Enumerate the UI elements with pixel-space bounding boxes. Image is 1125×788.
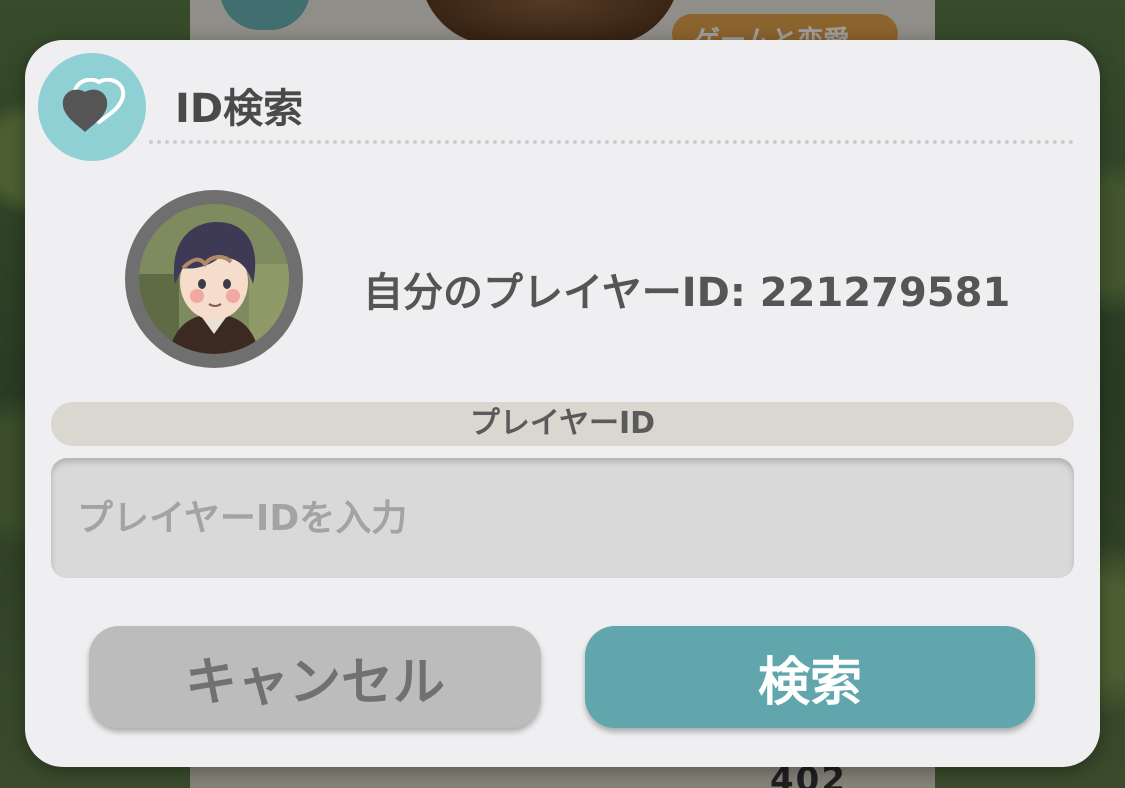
- avatar-portrait: [139, 204, 289, 354]
- player-avatar: [125, 190, 303, 368]
- cancel-button[interactable]: キャンセル: [89, 626, 541, 728]
- title-divider: [149, 140, 1074, 144]
- avatar-illustration: [139, 204, 289, 354]
- dialog-icon-badge: [38, 53, 146, 161]
- player-id-input[interactable]: [51, 458, 1074, 578]
- heart-chat-icon: [62, 78, 126, 132]
- player-id-label: プレイヤーID: [51, 402, 1074, 446]
- my-player-id: 自分のプレイヤーID: 221279581: [363, 270, 1011, 316]
- dialog-title: ID検索: [175, 86, 304, 132]
- id-search-dialog: ID検索 自分のプレイヤーID: 221279581 プレイヤーID プレイヤー…: [25, 40, 1100, 767]
- search-button[interactable]: 検索: [585, 626, 1035, 728]
